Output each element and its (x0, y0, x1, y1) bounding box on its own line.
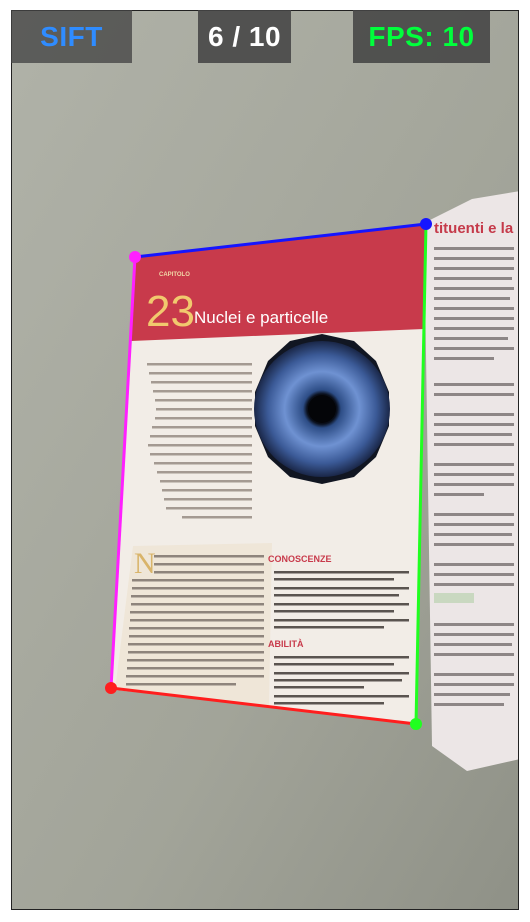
knowledge-heading: CONOSCENZE (268, 554, 332, 564)
right-page: tituenti e la str (424, 191, 519, 771)
corner-top-left-marker (129, 251, 141, 263)
frame-counter: 6 / 10 (198, 10, 291, 63)
camera-frame: tituenti e la str (12, 11, 519, 909)
iris-photo (254, 334, 390, 484)
fps-label: FPS: 10 (353, 10, 490, 63)
book-page: CAPITOLO 23 Nuclei e particelle N CONOSC… (111, 224, 426, 724)
chapter-tag: CAPITOLO (159, 272, 190, 278)
right-page-heading: tituenti e la str (434, 220, 519, 237)
camera-viewport: tituenti e la str (11, 10, 519, 910)
drop-cap: N (134, 547, 156, 580)
skills-heading: ABILITÀ (268, 639, 304, 649)
corner-bottom-right-marker (410, 718, 422, 730)
corner-top-right-marker (420, 218, 432, 230)
chapter-number: 23 (146, 287, 195, 336)
corner-bottom-left-marker (105, 682, 117, 694)
algorithm-label: SIFT (11, 10, 132, 63)
chapter-title: Nuclei e particelle (194, 308, 328, 327)
